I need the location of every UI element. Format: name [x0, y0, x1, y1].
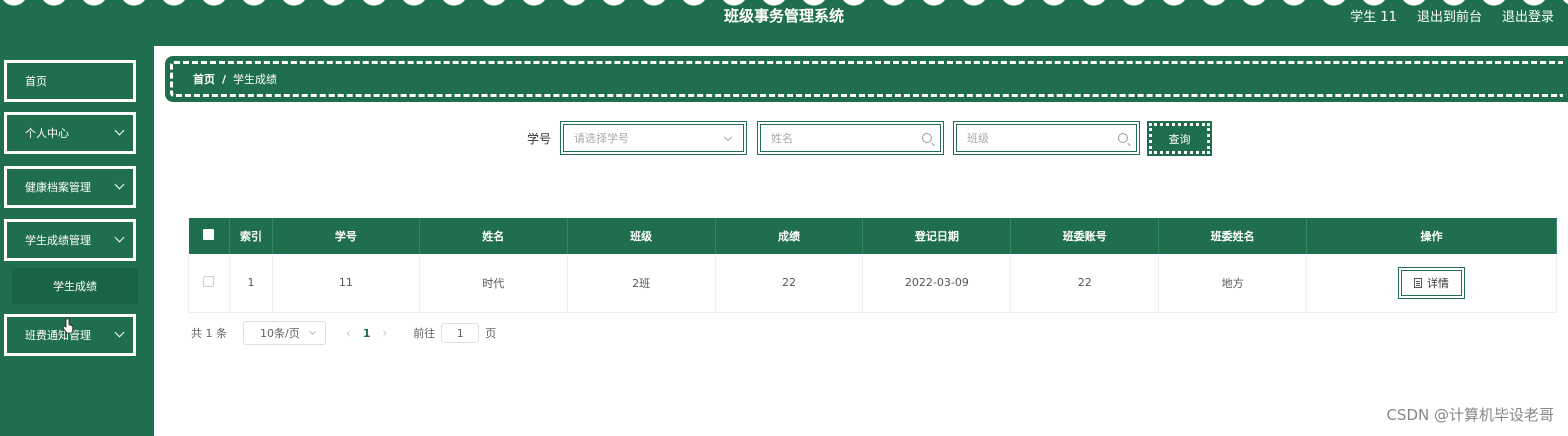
chevron-down-icon: [114, 327, 125, 338]
search-icon: [922, 133, 932, 143]
column-header: 姓名: [419, 218, 568, 254]
sidebar-item-health-records[interactable]: 健康档案管理: [4, 166, 136, 208]
column-header: 学号: [272, 218, 420, 254]
sidebar-subitem-student-scores[interactable]: 学生成绩: [12, 268, 138, 304]
column-header: 登记日期: [862, 218, 1012, 254]
cell-score: 22: [715, 254, 864, 313]
column-header: 操作: [1306, 218, 1557, 254]
sidebar-item-label: 学生成绩管理: [25, 234, 91, 247]
breadcrumb-separator: /: [222, 72, 227, 86]
row-select-cell: [188, 254, 230, 313]
sidebar-item-label: 班费通知管理: [25, 329, 91, 342]
cell-student-id: 11: [272, 254, 420, 313]
cell-class: 2班: [567, 254, 716, 313]
select-all-checkbox[interactable]: [203, 229, 215, 240]
table-row: 1 11 时代 2班 22 2022-03-09 22 地方 详情: [188, 254, 1557, 313]
chevron-down-icon: [114, 125, 125, 136]
detail-button-label: 详情: [1427, 276, 1450, 290]
sidebar: 首页 个人中心 健康档案管理 学生成绩管理 学生成绩 班费通知管理: [0, 46, 154, 436]
page-number-current[interactable]: 1: [363, 327, 371, 340]
class-search-field[interactable]: [953, 121, 1140, 155]
student-id-select[interactable]: [560, 121, 747, 155]
prev-page-button[interactable]: ‹: [346, 326, 351, 340]
class-search-input[interactable]: [967, 131, 1136, 145]
column-header: 班委账号: [1010, 218, 1160, 254]
header-links: 学生 11 退出到前台 退出登录: [1350, 6, 1554, 25]
back-to-front-link[interactable]: 退出到前台: [1417, 6, 1482, 25]
total-count: 共 1 条: [191, 327, 227, 340]
next-page-button[interactable]: ›: [382, 326, 387, 340]
sidebar-item-home[interactable]: 首页: [4, 60, 136, 102]
goto-label: 前往: [413, 327, 436, 340]
watermark: CSDN @计算机毕设老哥: [1386, 406, 1554, 424]
chevron-down-icon: [308, 327, 317, 336]
column-header: 班委姓名: [1158, 218, 1308, 254]
query-button[interactable]: 查询: [1147, 121, 1212, 156]
detail-button[interactable]: 详情: [1398, 266, 1466, 299]
search-icon: [1118, 133, 1128, 143]
logout-link[interactable]: 退出登录: [1502, 6, 1554, 25]
cell-actions: 详情: [1306, 254, 1557, 313]
select-all-header: [188, 218, 230, 254]
sidebar-item-personal-center[interactable]: 个人中心: [4, 112, 136, 154]
breadcrumb-inner: 首页 / 学生成绩: [170, 61, 1563, 97]
page-size-select[interactable]: 10条/页: [243, 321, 326, 345]
goto-page-input[interactable]: [441, 323, 480, 343]
sidebar-item-score-management[interactable]: 学生成绩管理: [4, 219, 136, 261]
chevron-down-icon: [114, 232, 125, 243]
current-user-label: 学生 11: [1350, 10, 1397, 25]
student-id-label: 学号: [527, 132, 552, 146]
student-id-select-input[interactable]: [574, 131, 743, 145]
page-size-value: 10条/页: [260, 327, 300, 340]
document-icon: [1414, 277, 1423, 288]
site-title: 班级事务管理系统: [723, 7, 844, 25]
breadcrumb: 首页 / 学生成绩: [165, 56, 1568, 102]
row-checkbox[interactable]: [203, 275, 215, 287]
column-header: 索引: [229, 218, 273, 254]
column-header: 班级: [567, 218, 716, 254]
cell-monitor-account: 22: [1010, 254, 1160, 313]
table-header-row: 索引 学号 姓名 班级 成绩 登记日期 班委账号 班委姓名 操作: [188, 218, 1557, 254]
sidebar-item-label: 首页: [25, 75, 47, 88]
pagination: 共 1 条 10条/页 ‹ 1 › 前往 页: [191, 321, 496, 345]
hand-cursor-icon: [62, 318, 74, 334]
top-header: 班级事务管理系统 学生 11 退出到前台 退出登录: [0, 0, 1568, 46]
sidebar-item-label: 健康档案管理: [25, 181, 91, 194]
cell-monitor-name: 地方: [1158, 254, 1308, 313]
name-search-input[interactable]: [771, 131, 940, 145]
cell-name: 时代: [419, 254, 568, 313]
breadcrumb-home[interactable]: 首页: [193, 71, 215, 87]
name-search-field[interactable]: [757, 121, 944, 155]
scores-table: 索引 学号 姓名 班级 成绩 登记日期 班委账号 班委姓名 操作 1 11 时代…: [188, 218, 1557, 313]
cell-date: 2022-03-09: [862, 254, 1012, 313]
breadcrumb-current: 学生成绩: [233, 73, 278, 86]
cell-index: 1: [229, 254, 273, 313]
sidebar-item-label: 个人中心: [25, 127, 69, 140]
chevron-down-icon: [114, 179, 125, 190]
column-header: 成绩: [715, 218, 864, 254]
page-suffix: 页: [485, 327, 497, 340]
